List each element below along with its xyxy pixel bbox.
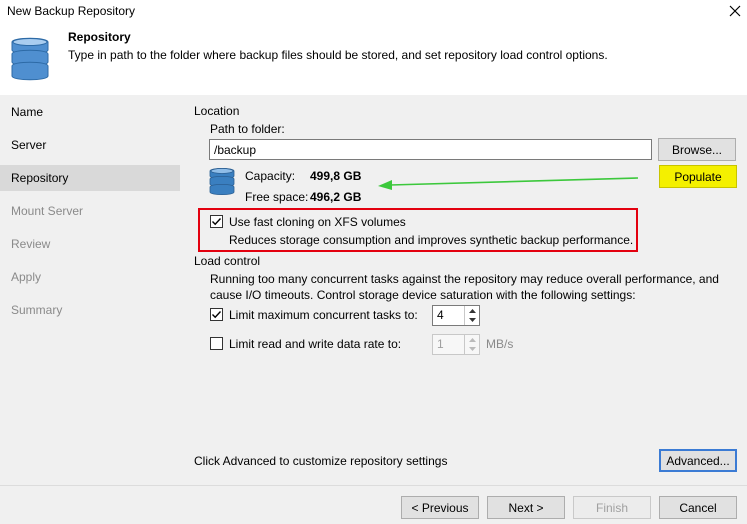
load-control-heading: Load control <box>194 254 261 268</box>
capacity-label: Capacity: <box>245 169 296 183</box>
close-button[interactable] <box>724 1 746 21</box>
path-input[interactable] <box>209 139 652 160</box>
wizard-steps: Name Server Repository Mount Server Revi… <box>0 95 180 485</box>
database-icon <box>11 37 49 81</box>
sidebar-item-mount-server: Mount Server <box>11 204 84 218</box>
rate-value: 1 <box>437 337 444 351</box>
limit-rate-label[interactable]: Limit read and write data rate to: <box>229 337 401 351</box>
title-bar: New Backup Repository <box>0 0 747 24</box>
sidebar-item-name[interactable]: Name <box>0 99 180 125</box>
sidebar-item-repository[interactable]: Repository <box>0 165 180 191</box>
stepper-up-icon <box>465 335 479 345</box>
free-space-value: 496,2 GB <box>310 190 362 204</box>
page-description: Type in path to the folder where backup … <box>68 48 608 62</box>
limit-rate-checkbox[interactable] <box>210 337 223 350</box>
tasks-value[interactable]: 4 <box>433 306 464 325</box>
cancel-button[interactable]: Cancel <box>659 496 737 519</box>
populate-button[interactable]: Populate <box>659 165 737 188</box>
capacity-value: 499,8 GB <box>310 169 362 183</box>
checkmark-icon <box>212 311 222 319</box>
sidebar-item-server[interactable]: Server <box>0 132 180 158</box>
sidebar-item-review: Review <box>11 237 51 251</box>
free-space-label: Free space: <box>245 190 309 204</box>
limit-tasks-checkbox[interactable] <box>210 308 223 321</box>
stepper-down-icon[interactable] <box>465 316 479 326</box>
stepper-up-icon[interactable] <box>465 306 479 316</box>
load-control-description-2: cause I/O timeouts. Control storage devi… <box>210 288 636 302</box>
limit-tasks-label[interactable]: Limit maximum concurrent tasks to: <box>229 308 418 322</box>
next-button[interactable]: Next > <box>487 496 565 519</box>
arrow-annotation <box>378 177 639 190</box>
page-title: Repository <box>68 30 131 44</box>
load-control-description-1: Running too many concurrent tasks agains… <box>210 272 719 286</box>
rate-stepper: 1 <box>432 334 480 355</box>
path-label: Path to folder: <box>210 122 285 136</box>
wizard-header: Repository Type in path to the folder wh… <box>0 24 747 95</box>
stepper-down-icon <box>465 345 479 355</box>
sidebar-item-apply: Apply <box>11 270 42 284</box>
storage-icon <box>209 167 235 196</box>
close-icon[interactable] <box>729 5 741 17</box>
advanced-button[interactable]: Advanced... <box>659 449 737 472</box>
tasks-stepper[interactable]: 4 <box>432 305 480 326</box>
previous-button[interactable]: < Previous <box>401 496 479 519</box>
fast-cloning-checkbox[interactable] <box>210 215 223 228</box>
finish-button: Finish <box>573 496 651 519</box>
sidebar-item-summary: Summary <box>11 303 63 317</box>
fast-cloning-label[interactable]: Use fast cloning on XFS volumes <box>229 215 406 229</box>
advanced-hint: Click Advanced to customize repository s… <box>194 454 448 468</box>
rate-unit: MB/s <box>486 337 514 351</box>
browse-button[interactable]: Browse... <box>658 138 736 161</box>
window-title: New Backup Repository <box>7 4 136 18</box>
fast-cloning-note: Reduces storage consumption and improves… <box>229 233 634 247</box>
location-heading: Location <box>194 104 240 118</box>
checkmark-icon <box>212 218 222 226</box>
